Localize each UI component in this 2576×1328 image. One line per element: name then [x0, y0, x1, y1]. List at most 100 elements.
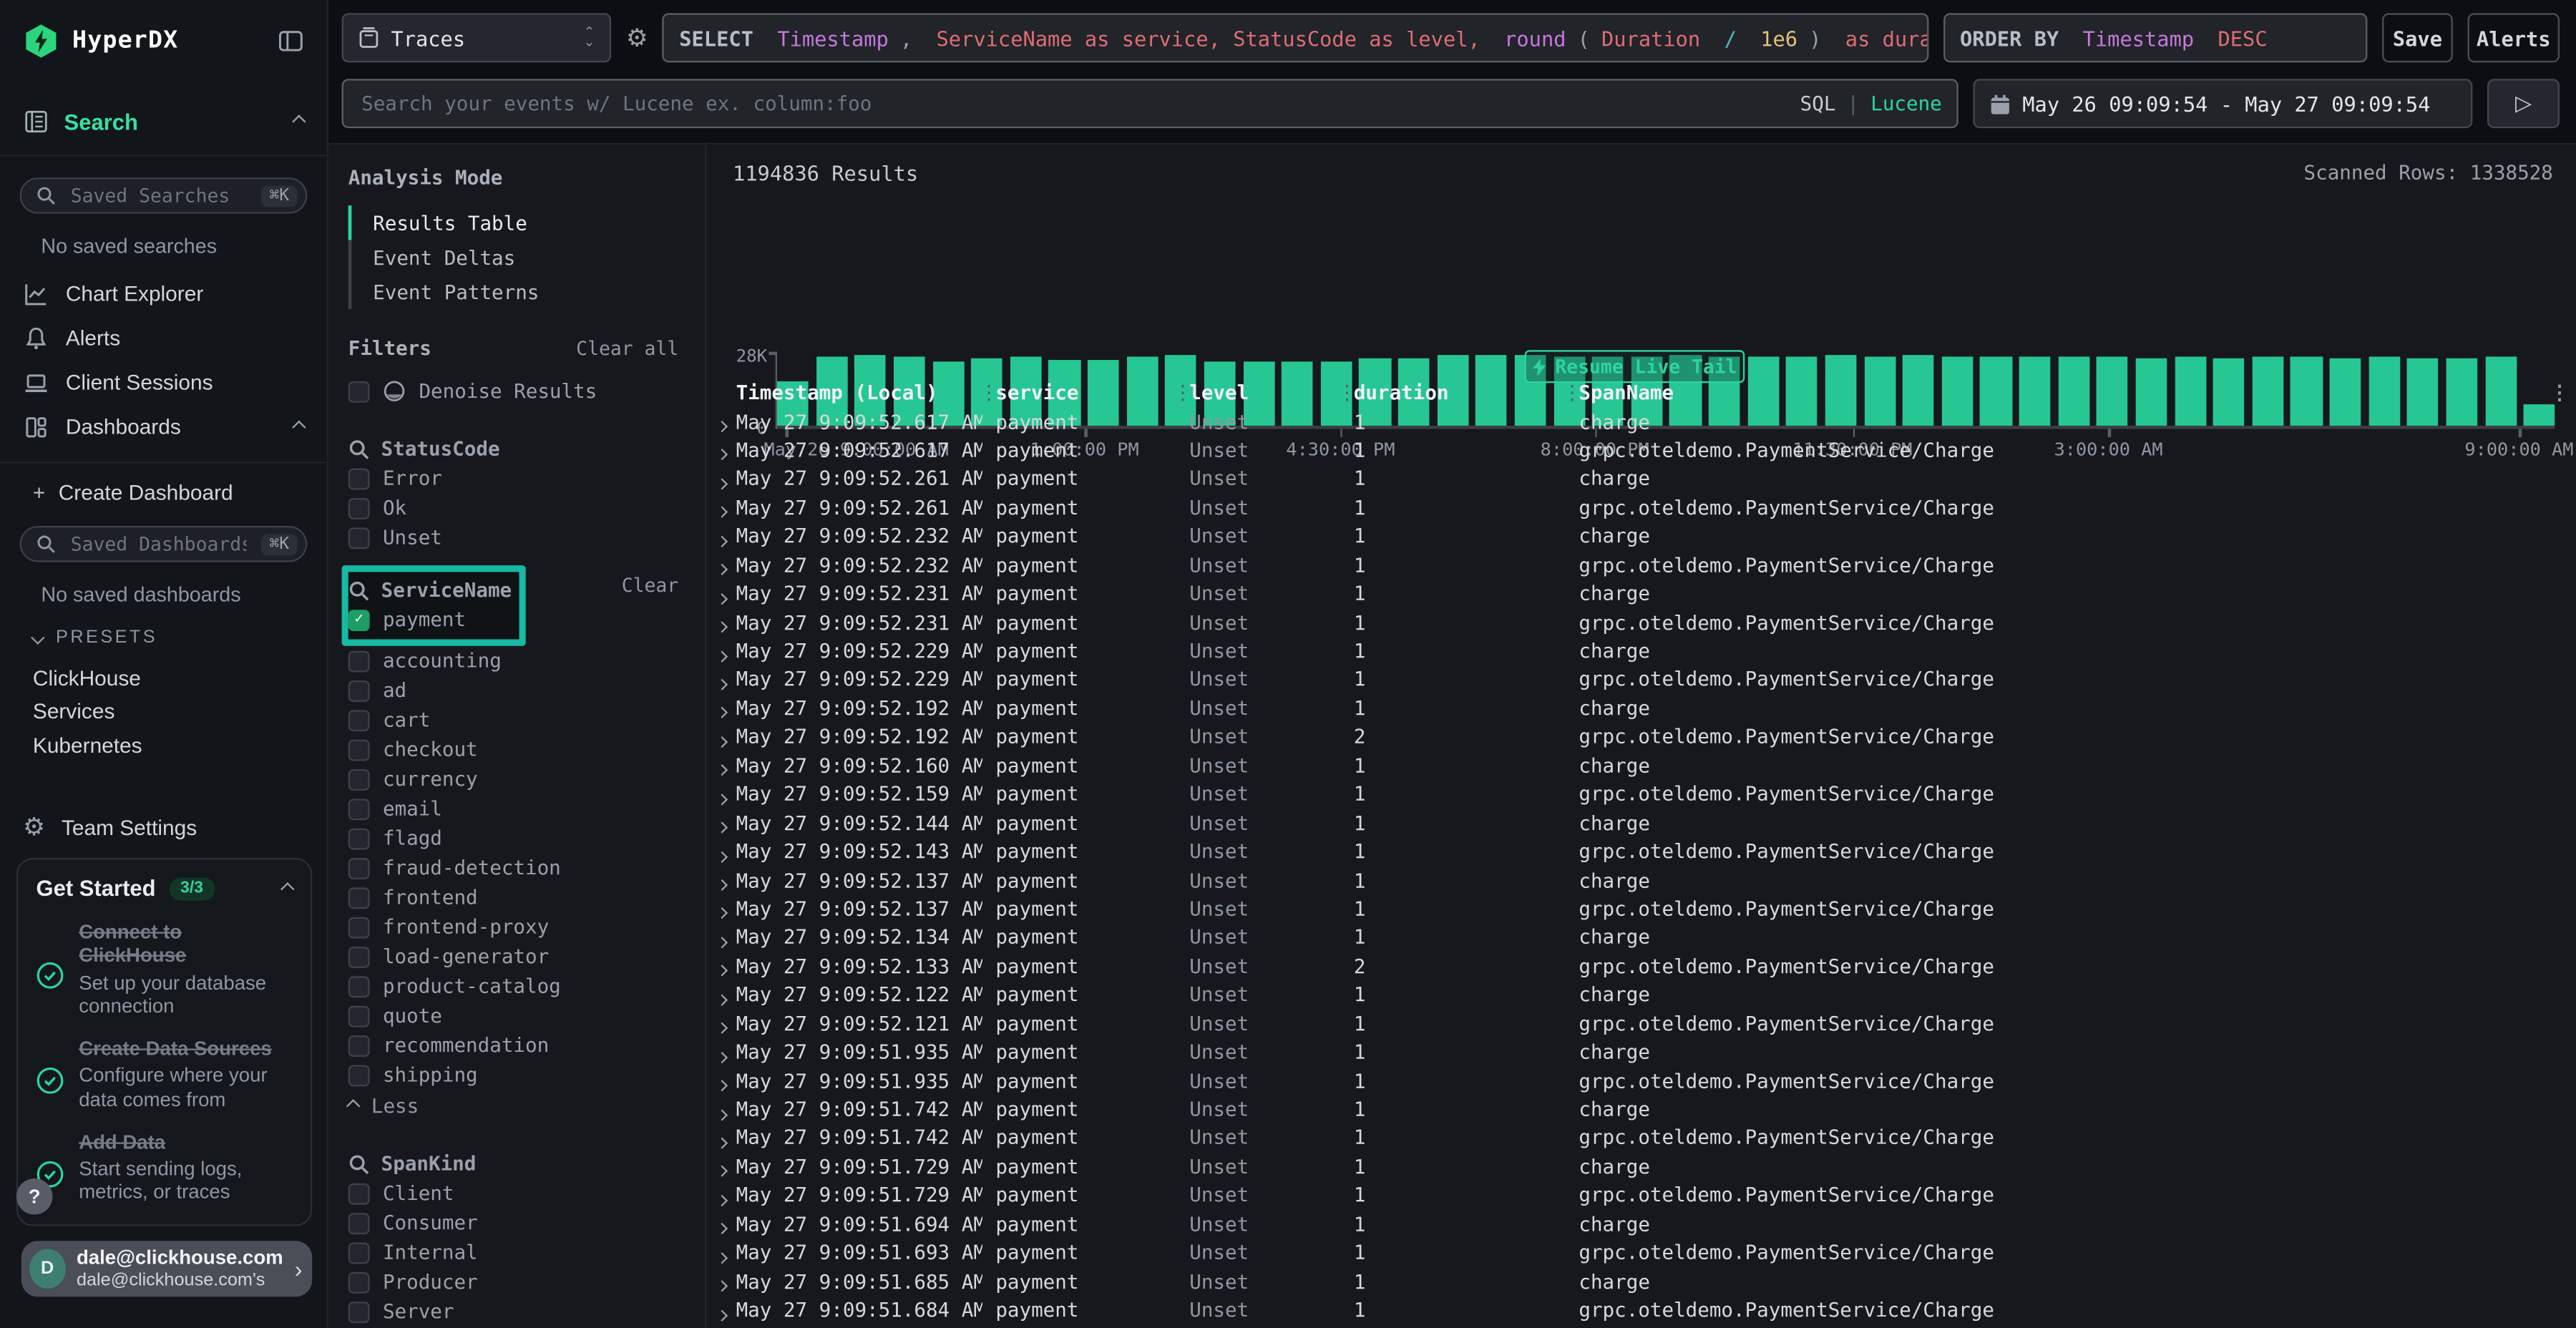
- saved-searches-field[interactable]: [67, 182, 250, 209]
- checkbox[interactable]: [348, 1005, 370, 1027]
- checkbox[interactable]: [348, 768, 370, 790]
- expand-row-icon[interactable]: [716, 879, 728, 891]
- table-row[interactable]: May 27 9:09:52.232 AM payment Unset 1 ch…: [713, 521, 2576, 550]
- filter-option[interactable]: email: [328, 794, 705, 823]
- expand-row-icon[interactable]: [716, 449, 728, 461]
- checkbox[interactable]: [348, 828, 370, 849]
- query-language-toggle[interactable]: SQL | Lucene: [1800, 92, 1942, 115]
- table-row[interactable]: May 27 9:09:52.617 AM payment Unset 1 gr…: [713, 434, 2576, 463]
- expand-row-icon[interactable]: [716, 1080, 728, 1091]
- filter-option[interactable]: flagd: [328, 824, 705, 853]
- expand-row-icon[interactable]: [716, 421, 728, 432]
- checkbox[interactable]: [348, 497, 370, 519]
- checkbox[interactable]: [348, 1183, 370, 1204]
- expand-row-icon[interactable]: [716, 1022, 728, 1034]
- clear-all-button[interactable]: Clear all: [576, 337, 678, 360]
- denoise-results-toggle[interactable]: Denoise Results: [328, 376, 705, 406]
- analysis-mode-option[interactable]: Results Table: [351, 205, 705, 240]
- filter-option[interactable]: accounting: [328, 646, 705, 675]
- checkbox[interactable]: [348, 381, 370, 402]
- create-dashboard-button[interactable]: + Create Dashboard: [0, 472, 327, 511]
- expand-row-icon[interactable]: [716, 708, 728, 719]
- table-row[interactable]: May 27 9:09:51.729 AM payment Unset 1 gr…: [713, 1180, 2576, 1209]
- event-search-box[interactable]: SQL | Lucene: [342, 79, 1958, 128]
- expand-row-icon[interactable]: [716, 1223, 728, 1234]
- time-range-picker[interactable]: May 26 09:09:54 - May 27 09:09:54: [1973, 79, 2472, 128]
- table-row[interactable]: May 27 9:09:51.685 AM payment Unset 1 ch…: [713, 1266, 2576, 1294]
- expand-row-icon[interactable]: [716, 621, 728, 633]
- table-row[interactable]: May 27 9:09:52.232 AM payment Unset 1 gr…: [713, 550, 2576, 578]
- filter-option[interactable]: Internal: [328, 1238, 705, 1267]
- checkbox[interactable]: [348, 739, 370, 761]
- filter-group-statuscode[interactable]: StatusCode: [328, 434, 705, 463]
- table-row[interactable]: May 27 9:09:52.137 AM payment Unset 1 ch…: [713, 864, 2576, 893]
- expand-row-icon[interactable]: [716, 965, 728, 977]
- expand-row-icon[interactable]: [716, 592, 728, 604]
- expand-row-icon[interactable]: [716, 650, 728, 661]
- table-row[interactable]: May 27 9:09:52.121 AM payment Unset 1 gr…: [713, 1008, 2576, 1037]
- filter-option[interactable]: ad: [328, 675, 705, 705]
- run-query-button[interactable]: ▷: [2487, 79, 2560, 128]
- filter-option[interactable]: cart: [328, 705, 705, 734]
- col-service[interactable]: service: [982, 381, 1176, 404]
- expand-row-icon[interactable]: [716, 1194, 728, 1206]
- sidebar-item-search[interactable]: Search: [0, 102, 327, 141]
- preset-dashboard-link[interactable]: Services: [0, 694, 327, 728]
- checkbox[interactable]: [348, 1035, 370, 1056]
- user-menu[interactable]: D dale@clickhouse.com dale@clickhouse.co…: [21, 1241, 312, 1297]
- filter-option[interactable]: Server: [328, 1297, 705, 1326]
- alerts-button[interactable]: Alerts: [2467, 13, 2560, 62]
- checkbox[interactable]: [348, 680, 370, 701]
- col-timestamp[interactable]: Timestamp (Local): [736, 381, 982, 404]
- table-row[interactable]: May 27 9:09:51.729 AM payment Unset 1 ch…: [713, 1151, 2576, 1180]
- event-search-input[interactable]: [358, 90, 1789, 117]
- col-duration[interactable]: duration: [1340, 381, 1566, 404]
- expand-row-icon[interactable]: [716, 851, 728, 862]
- filter-group-servicename[interactable]: ServiceName: [348, 575, 519, 605]
- table-row[interactable]: May 27 9:09:51.684 AM payment Unset 1 gr…: [713, 1294, 2576, 1323]
- filter-option[interactable]: Consumer: [328, 1208, 705, 1237]
- checkbox[interactable]: [348, 527, 370, 548]
- expand-row-icon[interactable]: [716, 1281, 728, 1292]
- filter-option[interactable]: frontend-proxy: [328, 912, 705, 942]
- source-select[interactable]: Traces ⌃⌄: [342, 13, 612, 62]
- filter-option[interactable]: recommendation: [328, 1030, 705, 1060]
- column-settings-icon[interactable]: ⋮: [2543, 381, 2576, 404]
- table-row[interactable]: May 27 9:09:52.137 AM payment Unset 1 gr…: [713, 893, 2576, 922]
- sidebar-item-alerts[interactable]: Alerts: [0, 316, 327, 360]
- table-row[interactable]: May 27 9:09:52.143 AM payment Unset 1 gr…: [713, 836, 2576, 864]
- col-spanname[interactable]: SpanName: [1566, 381, 2543, 404]
- table-row[interactable]: May 27 9:09:52.134 AM payment Unset 1 ch…: [713, 922, 2576, 950]
- table-row[interactable]: May 27 9:09:52.192 AM payment Unset 1 ch…: [713, 693, 2576, 721]
- checkbox[interactable]: [348, 917, 370, 938]
- expand-row-icon[interactable]: [716, 478, 728, 489]
- preset-dashboard-link[interactable]: Kubernetes: [0, 728, 327, 762]
- expand-row-icon[interactable]: [716, 908, 728, 919]
- table-row[interactable]: May 27 9:09:52.122 AM payment Unset 1 ch…: [713, 979, 2576, 1007]
- get-started-step[interactable]: Create Data Sources Configure where your…: [36, 1038, 293, 1111]
- chevron-up-icon[interactable]: [292, 419, 306, 433]
- sql-mode-option[interactable]: SQL: [1800, 92, 1836, 115]
- filter-option[interactable]: Client: [328, 1178, 705, 1208]
- filter-option-payment[interactable]: payment: [348, 605, 519, 634]
- help-button[interactable]: ?: [16, 1178, 53, 1215]
- expand-row-icon[interactable]: [716, 535, 728, 547]
- sidebar-item-chart-explorer[interactable]: Chart Explorer: [0, 271, 327, 316]
- table-row[interactable]: May 27 9:09:51.694 AM payment Unset 1 ch…: [713, 1209, 2576, 1237]
- expand-row-icon[interactable]: [716, 507, 728, 518]
- sidebar-collapse-icon[interactable]: [278, 28, 304, 54]
- expand-row-icon[interactable]: [716, 765, 728, 776]
- table-row[interactable]: May 27 9:09:52.261 AM payment Unset 1 ch…: [713, 463, 2576, 492]
- expand-row-icon[interactable]: [716, 1252, 728, 1264]
- table-row[interactable]: May 27 9:09:52.144 AM payment Unset 1 ch…: [713, 807, 2576, 836]
- expand-row-icon[interactable]: [716, 1166, 728, 1177]
- table-row[interactable]: May 27 9:09:51.935 AM payment Unset 1 ch…: [713, 1037, 2576, 1065]
- table-row[interactable]: May 27 9:09:51.693 AM payment Unset 1 gr…: [713, 1237, 2576, 1266]
- table-row[interactable]: May 27 9:09:52.133 AM payment Unset 2 gr…: [713, 950, 2576, 979]
- filter-option[interactable]: fraud-detection: [328, 853, 705, 882]
- get-started-step[interactable]: Add Data Start sending logs, metrics, or…: [36, 1131, 293, 1204]
- show-less-toggle[interactable]: Less: [328, 1091, 705, 1120]
- saved-dashboards-field[interactable]: [67, 531, 250, 557]
- filter-option[interactable]: quote: [328, 1001, 705, 1030]
- chevron-up-icon[interactable]: [280, 882, 294, 895]
